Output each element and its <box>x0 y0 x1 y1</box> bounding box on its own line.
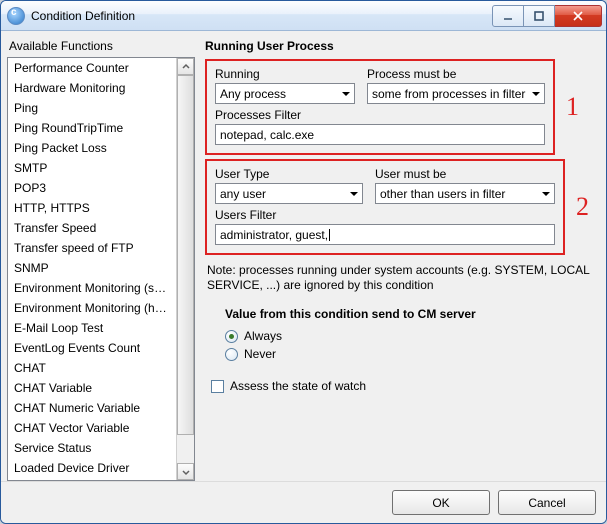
usertype-field: User Type any user <box>215 167 363 204</box>
usertype-value: any user <box>220 187 266 201</box>
titlebar: Condition Definition <box>1 1 606 31</box>
group-marker-2: 2 <box>576 192 589 222</box>
usermust-value: other than users in filter <box>380 187 505 201</box>
list-item[interactable]: Environment Monitoring (http) <box>8 298 176 318</box>
running-field: Running Any process <box>215 67 355 104</box>
scroll-down-button[interactable] <box>177 463 194 480</box>
list-item[interactable]: CHAT Numeric Variable <box>8 398 176 418</box>
usersfilter-input[interactable]: administrator, guest, <box>215 224 555 245</box>
maximize-button[interactable] <box>524 5 555 27</box>
radio-never[interactable] <box>225 348 238 361</box>
chevron-down-icon <box>527 84 544 103</box>
list-item[interactable]: E-Mail Loop Test <box>8 318 176 338</box>
assess-label: Assess the state of watch <box>230 379 366 393</box>
list-item[interactable]: CHAT Vector Variable <box>8 418 176 438</box>
list-item[interactable]: Loaded Device Driver <box>8 458 176 478</box>
list-item[interactable]: CHAT <box>8 358 176 378</box>
procfilter-input[interactable]: notepad, calc.exe <box>215 124 545 145</box>
radio-never-row[interactable]: Never <box>205 345 600 363</box>
processmust-combo[interactable]: some from processes in filter <box>367 83 545 104</box>
list-item[interactable]: Running Process <box>8 478 176 480</box>
group-marker-1: 1 <box>566 92 579 122</box>
ok-label: OK <box>432 496 449 510</box>
list-item[interactable]: SMTP <box>8 158 176 178</box>
usermust-label: User must be <box>375 167 555 181</box>
procfilter-field: Processes Filter notepad, calc.exe <box>215 108 545 145</box>
dialog-footer: OK Cancel <box>1 481 606 523</box>
functions-listbox[interactable]: Performance CounterHardware MonitoringPi… <box>7 57 195 481</box>
chevron-down-icon <box>337 84 354 103</box>
list-item[interactable]: Environment Monitoring (snmp) <box>8 278 176 298</box>
assess-row[interactable]: Assess the state of watch <box>205 377 600 395</box>
note-text: Note: processes running under system acc… <box>205 259 600 301</box>
usermust-combo[interactable]: other than users in filter <box>375 183 555 204</box>
form-area: 1 Running Any process Process must be <box>205 59 600 481</box>
chevron-down-icon <box>345 184 362 203</box>
listbox-scrollbar[interactable] <box>176 58 194 480</box>
chevron-down-icon <box>537 184 554 203</box>
processmust-label: Process must be <box>367 67 545 81</box>
list-item[interactable]: Service Status <box>8 438 176 458</box>
cancel-label: Cancel <box>528 496 565 510</box>
process-row1: Running Any process Process must be some… <box>215 67 545 104</box>
list-item[interactable]: Transfer Speed <box>8 218 176 238</box>
running-value: Any process <box>220 87 286 101</box>
scroll-thumb[interactable] <box>177 75 194 435</box>
value-section-title: Value from this condition send to CM ser… <box>205 301 600 327</box>
list-item[interactable]: SNMP <box>8 258 176 278</box>
ok-button[interactable]: OK <box>392 490 490 515</box>
process-group: 1 Running Any process Process must be <box>205 59 555 155</box>
usersfilter-label: Users Filter <box>215 208 555 222</box>
list-item[interactable]: Ping <box>8 98 176 118</box>
list-item[interactable]: Ping Packet Loss <box>8 138 176 158</box>
running-label: Running <box>215 67 355 81</box>
right-column: Running User Process 1 Running Any proce… <box>195 37 600 481</box>
list-item[interactable]: POP3 <box>8 178 176 198</box>
list-item[interactable]: HTTP, HTTPS <box>8 198 176 218</box>
radio-always[interactable] <box>225 330 238 343</box>
app-icon <box>7 7 25 25</box>
window-controls <box>492 5 602 27</box>
dialog-window: Condition Definition Available Functions… <box>0 0 607 524</box>
minimize-button[interactable] <box>492 5 524 27</box>
user-group: 2 User Type any user User must be <box>205 159 565 255</box>
list-item[interactable]: Ping RoundTripTime <box>8 118 176 138</box>
procfilter-label: Processes Filter <box>215 108 545 122</box>
radio-always-row[interactable]: Always <box>205 327 600 345</box>
usertype-label: User Type <box>215 167 363 181</box>
main-row: Available Functions Performance CounterH… <box>1 31 606 481</box>
available-functions-label: Available Functions <box>7 37 195 57</box>
window-title: Condition Definition <box>31 9 492 23</box>
cancel-button[interactable]: Cancel <box>498 490 596 515</box>
processmust-value: some from processes in filter <box>372 87 525 101</box>
left-column: Available Functions Performance CounterH… <box>7 37 195 481</box>
list-item[interactable]: CHAT Variable <box>8 378 176 398</box>
list-item[interactable]: Transfer speed of FTP <box>8 238 176 258</box>
processmust-field: Process must be some from processes in f… <box>367 67 545 104</box>
panel-title: Running User Process <box>205 37 600 59</box>
procfilter-value: notepad, calc.exe <box>220 128 314 142</box>
list-item[interactable]: EventLog Events Count <box>8 338 176 358</box>
scroll-up-button[interactable] <box>177 58 194 75</box>
assess-checkbox[interactable] <box>211 380 224 393</box>
radio-never-label: Never <box>244 347 276 361</box>
usermust-field: User must be other than users in filter <box>375 167 555 204</box>
running-combo[interactable]: Any process <box>215 83 355 104</box>
usertype-combo[interactable]: any user <box>215 183 363 204</box>
radio-always-label: Always <box>244 329 282 343</box>
user-row1: User Type any user User must be other th… <box>215 167 555 204</box>
functions-list[interactable]: Performance CounterHardware MonitoringPi… <box>8 58 176 480</box>
list-item[interactable]: Performance Counter <box>8 58 176 78</box>
client-area: Available Functions Performance CounterH… <box>1 31 606 523</box>
list-item[interactable]: Hardware Monitoring <box>8 78 176 98</box>
usersfilter-value: administrator, guest, <box>220 228 328 242</box>
usersfilter-field: Users Filter administrator, guest, <box>215 208 555 245</box>
close-button[interactable] <box>555 5 602 27</box>
